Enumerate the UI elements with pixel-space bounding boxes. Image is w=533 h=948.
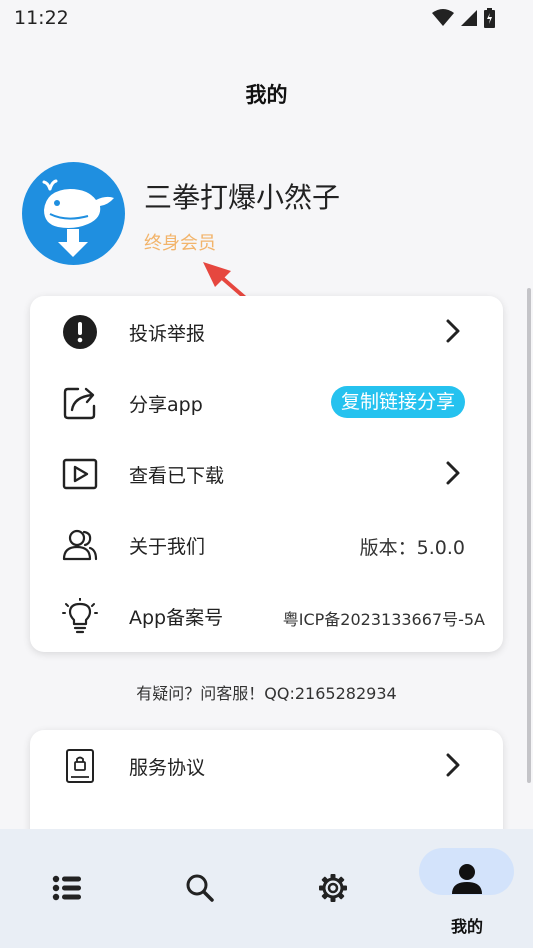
- nav-item-search[interactable]: [152, 851, 248, 925]
- status-icons: [432, 8, 495, 28]
- battery-icon: [484, 8, 495, 28]
- menu-card: 投诉举报 分享app 复制链接分享 查看已下载 关于我们 版本：5.0.0 Ap…: [30, 296, 503, 652]
- status-bar: 11:22: [0, 0, 533, 36]
- menu-item-about[interactable]: 关于我们 版本：5.0.0: [30, 509, 503, 580]
- nav-item-profile[interactable]: 我的: [419, 851, 515, 936]
- cellular-signal-icon: [461, 10, 477, 26]
- share-icon: [63, 387, 96, 420]
- people-icon: [62, 529, 98, 561]
- customer-service-text: 有疑问？问客服！QQ:2165282934: [136, 684, 397, 703]
- person-icon: [452, 864, 482, 894]
- menu-item-label: 投诉举报: [129, 323, 206, 345]
- menu-item-icp[interactable]: App备案号 粤ICP备2023133667号-5A: [30, 580, 503, 651]
- username: 三拳打爆小然子: [144, 181, 341, 214]
- video-icon: [62, 458, 98, 490]
- menu-item-downloads[interactable]: 查看已下载: [30, 438, 503, 509]
- menu-item-label: 查看已下载: [129, 465, 225, 487]
- search-icon: [186, 874, 214, 902]
- menu-item-label: 关于我们: [129, 536, 206, 558]
- wifi-icon: [432, 9, 454, 26]
- icp-number: 粤ICP备2023133667号-5A: [282, 610, 485, 629]
- settings-icon: [319, 874, 347, 902]
- list-icon: [52, 875, 81, 901]
- menu-item-share[interactable]: 分享app 复制链接分享: [30, 367, 503, 438]
- scrollbar[interactable]: [527, 288, 531, 783]
- page-title: 我的: [245, 83, 288, 107]
- bottom-nav: 我的: [0, 829, 533, 948]
- menu-item-label: 服务协议: [129, 757, 206, 779]
- chevron-right-icon: [446, 319, 460, 343]
- status-time: 11:22: [14, 7, 69, 29]
- whale-download-icon: [42, 179, 114, 257]
- chevron-right-icon: [446, 461, 460, 485]
- document-lock-icon: [66, 749, 94, 783]
- menu-item-label: App备案号: [129, 607, 224, 629]
- nav-item-settings[interactable]: [285, 851, 381, 925]
- lightbulb-icon: [62, 598, 98, 634]
- avatar[interactable]: [22, 162, 125, 265]
- menu-item-service-agreement[interactable]: 服务协议: [30, 730, 503, 801]
- copy-link-share-button[interactable]: 复制链接分享: [330, 386, 465, 418]
- nav-item-list[interactable]: [19, 851, 115, 925]
- chevron-right-icon: [446, 753, 460, 777]
- alert-icon: [63, 315, 97, 349]
- membership-badge: 终身会员: [144, 233, 216, 254]
- menu-item-label: 分享app: [129, 394, 203, 416]
- menu-item-report[interactable]: 投诉举报: [30, 296, 503, 367]
- nav-label-profile: 我的: [450, 917, 483, 936]
- version-value: 版本：5.0.0: [359, 537, 465, 559]
